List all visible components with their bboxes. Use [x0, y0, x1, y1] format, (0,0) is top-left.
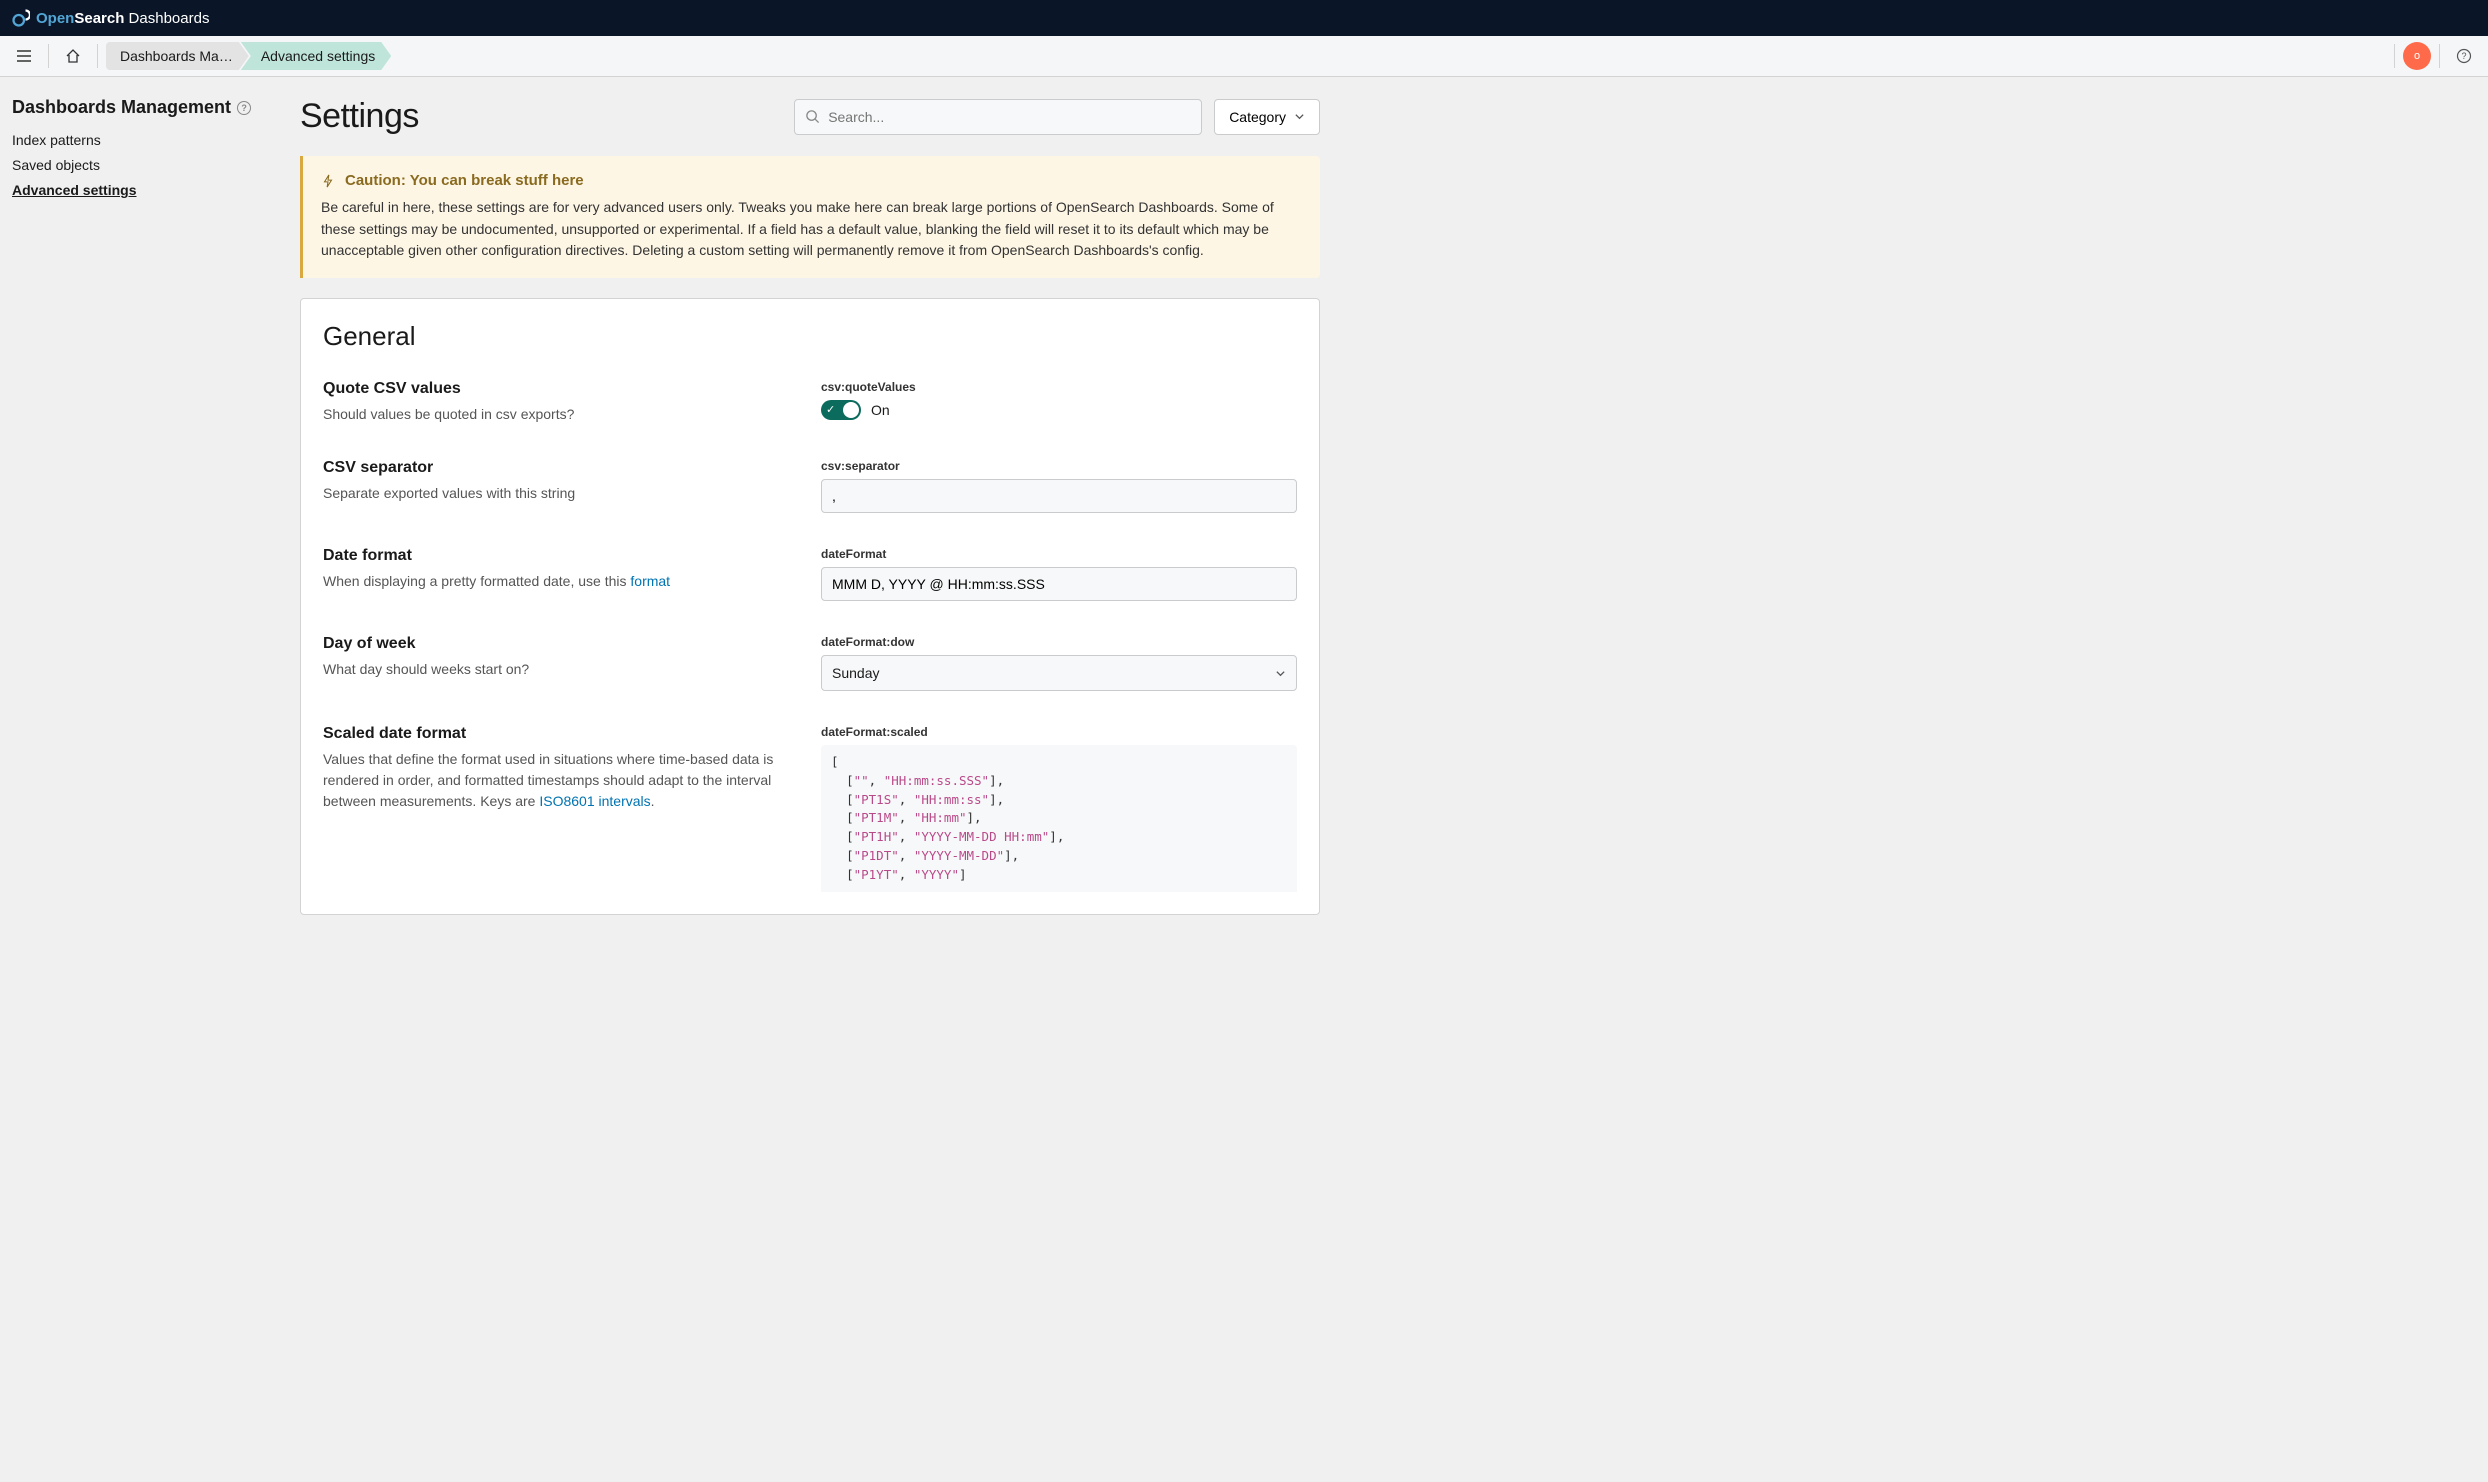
setting-csv-separator: CSV separator Separate exported values w…	[323, 459, 1297, 513]
setting-desc: Should values be quoted in csv exports?	[323, 404, 797, 425]
setting-key: csv:separator	[821, 459, 1297, 473]
management-sidebar: Dashboards Management ? Index patterns S…	[8, 97, 268, 915]
breadcrumb-item[interactable]: Dashboards Ma…	[106, 42, 249, 70]
setting-name: Day of week	[323, 635, 797, 653]
brand-logo[interactable]: OpenSearch Dashboards	[12, 9, 209, 27]
opensearch-mark-icon	[12, 9, 30, 27]
caution-callout: Caution: You can break stuff here Be car…	[300, 156, 1320, 278]
question-circle-icon[interactable]: ?	[237, 101, 251, 115]
menu-toggle-button[interactable]	[8, 40, 40, 72]
sidebar-title: Dashboards Management ?	[12, 97, 268, 118]
brand-text: OpenSearch Dashboards	[36, 10, 209, 27]
scaled-format-textarea[interactable]: [ ["", "HH:mm:ss.SSS"], ["PT1S", "HH:mm:…	[821, 745, 1297, 892]
chevron-down-icon	[1294, 111, 1305, 122]
setting-day-of-week: Day of week What day should weeks start …	[323, 635, 1297, 691]
svg-text:?: ?	[2461, 51, 2466, 61]
setting-name: Scaled date format	[323, 725, 797, 743]
hamburger-icon	[16, 48, 32, 64]
setting-scaled-date-format: Scaled date format Values that define th…	[323, 725, 1297, 892]
search-input[interactable]	[828, 109, 1191, 125]
search-icon	[805, 109, 820, 124]
setting-key: dateFormat:scaled	[821, 725, 1297, 739]
toggle-state-label: On	[871, 402, 890, 418]
setting-name: Quote CSV values	[323, 380, 797, 398]
home-icon	[65, 48, 81, 64]
setting-key: dateFormat	[821, 547, 1297, 561]
category-filter-button[interactable]: Category	[1214, 99, 1320, 135]
csv-separator-input[interactable]	[821, 479, 1297, 513]
callout-title-text: Caution: You can break stuff here	[345, 172, 584, 189]
callout-body: Be careful in here, these settings are f…	[321, 197, 1302, 262]
breadcrumb: Dashboards Ma… Advanced settings	[106, 42, 391, 70]
setting-key: dateFormat:dow	[821, 635, 1297, 649]
date-format-input[interactable]	[821, 567, 1297, 601]
setting-quote-csv: Quote CSV values Should values be quoted…	[323, 380, 1297, 425]
day-of-week-select[interactable]: Sunday	[821, 655, 1297, 691]
bolt-icon	[321, 174, 335, 188]
home-button[interactable]	[57, 40, 89, 72]
iso8601-link[interactable]: ISO8601 intervals	[539, 793, 650, 809]
sidebar-link-advanced-settings[interactable]: Advanced settings	[12, 182, 136, 198]
divider	[97, 44, 98, 68]
section-title-general: General	[323, 321, 1297, 352]
divider	[48, 44, 49, 68]
sidebar-link-index-patterns[interactable]: Index patterns	[12, 132, 101, 148]
quote-csv-toggle[interactable]: ✓	[821, 400, 861, 420]
setting-key: csv:quoteValues	[821, 380, 1297, 394]
setting-desc: What day should weeks start on?	[323, 659, 797, 680]
setting-desc: Values that define the format used in si…	[323, 749, 797, 812]
breadcrumb-bar: Dashboards Ma… Advanced settings o ?	[0, 36, 2488, 77]
settings-search[interactable]	[794, 99, 1202, 135]
page-title: Settings	[300, 97, 782, 136]
user-avatar[interactable]: o	[2403, 42, 2431, 70]
chevron-down-icon	[1275, 668, 1286, 679]
app-header: OpenSearch Dashboards	[0, 0, 2488, 36]
setting-desc: When displaying a pretty formatted date,…	[323, 571, 797, 592]
setting-name: Date format	[323, 547, 797, 565]
check-icon: ✓	[826, 403, 835, 416]
setting-desc: Separate exported values with this strin…	[323, 483, 797, 504]
breadcrumb-item-current: Advanced settings	[241, 42, 391, 70]
question-circle-icon: ?	[2456, 48, 2472, 64]
sidebar-link-saved-objects[interactable]: Saved objects	[12, 157, 100, 173]
setting-name: CSV separator	[323, 459, 797, 477]
divider	[2394, 44, 2395, 68]
format-link[interactable]: format	[630, 573, 670, 589]
setting-date-format: Date format When displaying a pretty for…	[323, 547, 1297, 601]
help-button[interactable]: ?	[2448, 40, 2480, 72]
divider	[2439, 44, 2440, 68]
general-settings-card: General Quote CSV values Should values b…	[300, 298, 1320, 915]
